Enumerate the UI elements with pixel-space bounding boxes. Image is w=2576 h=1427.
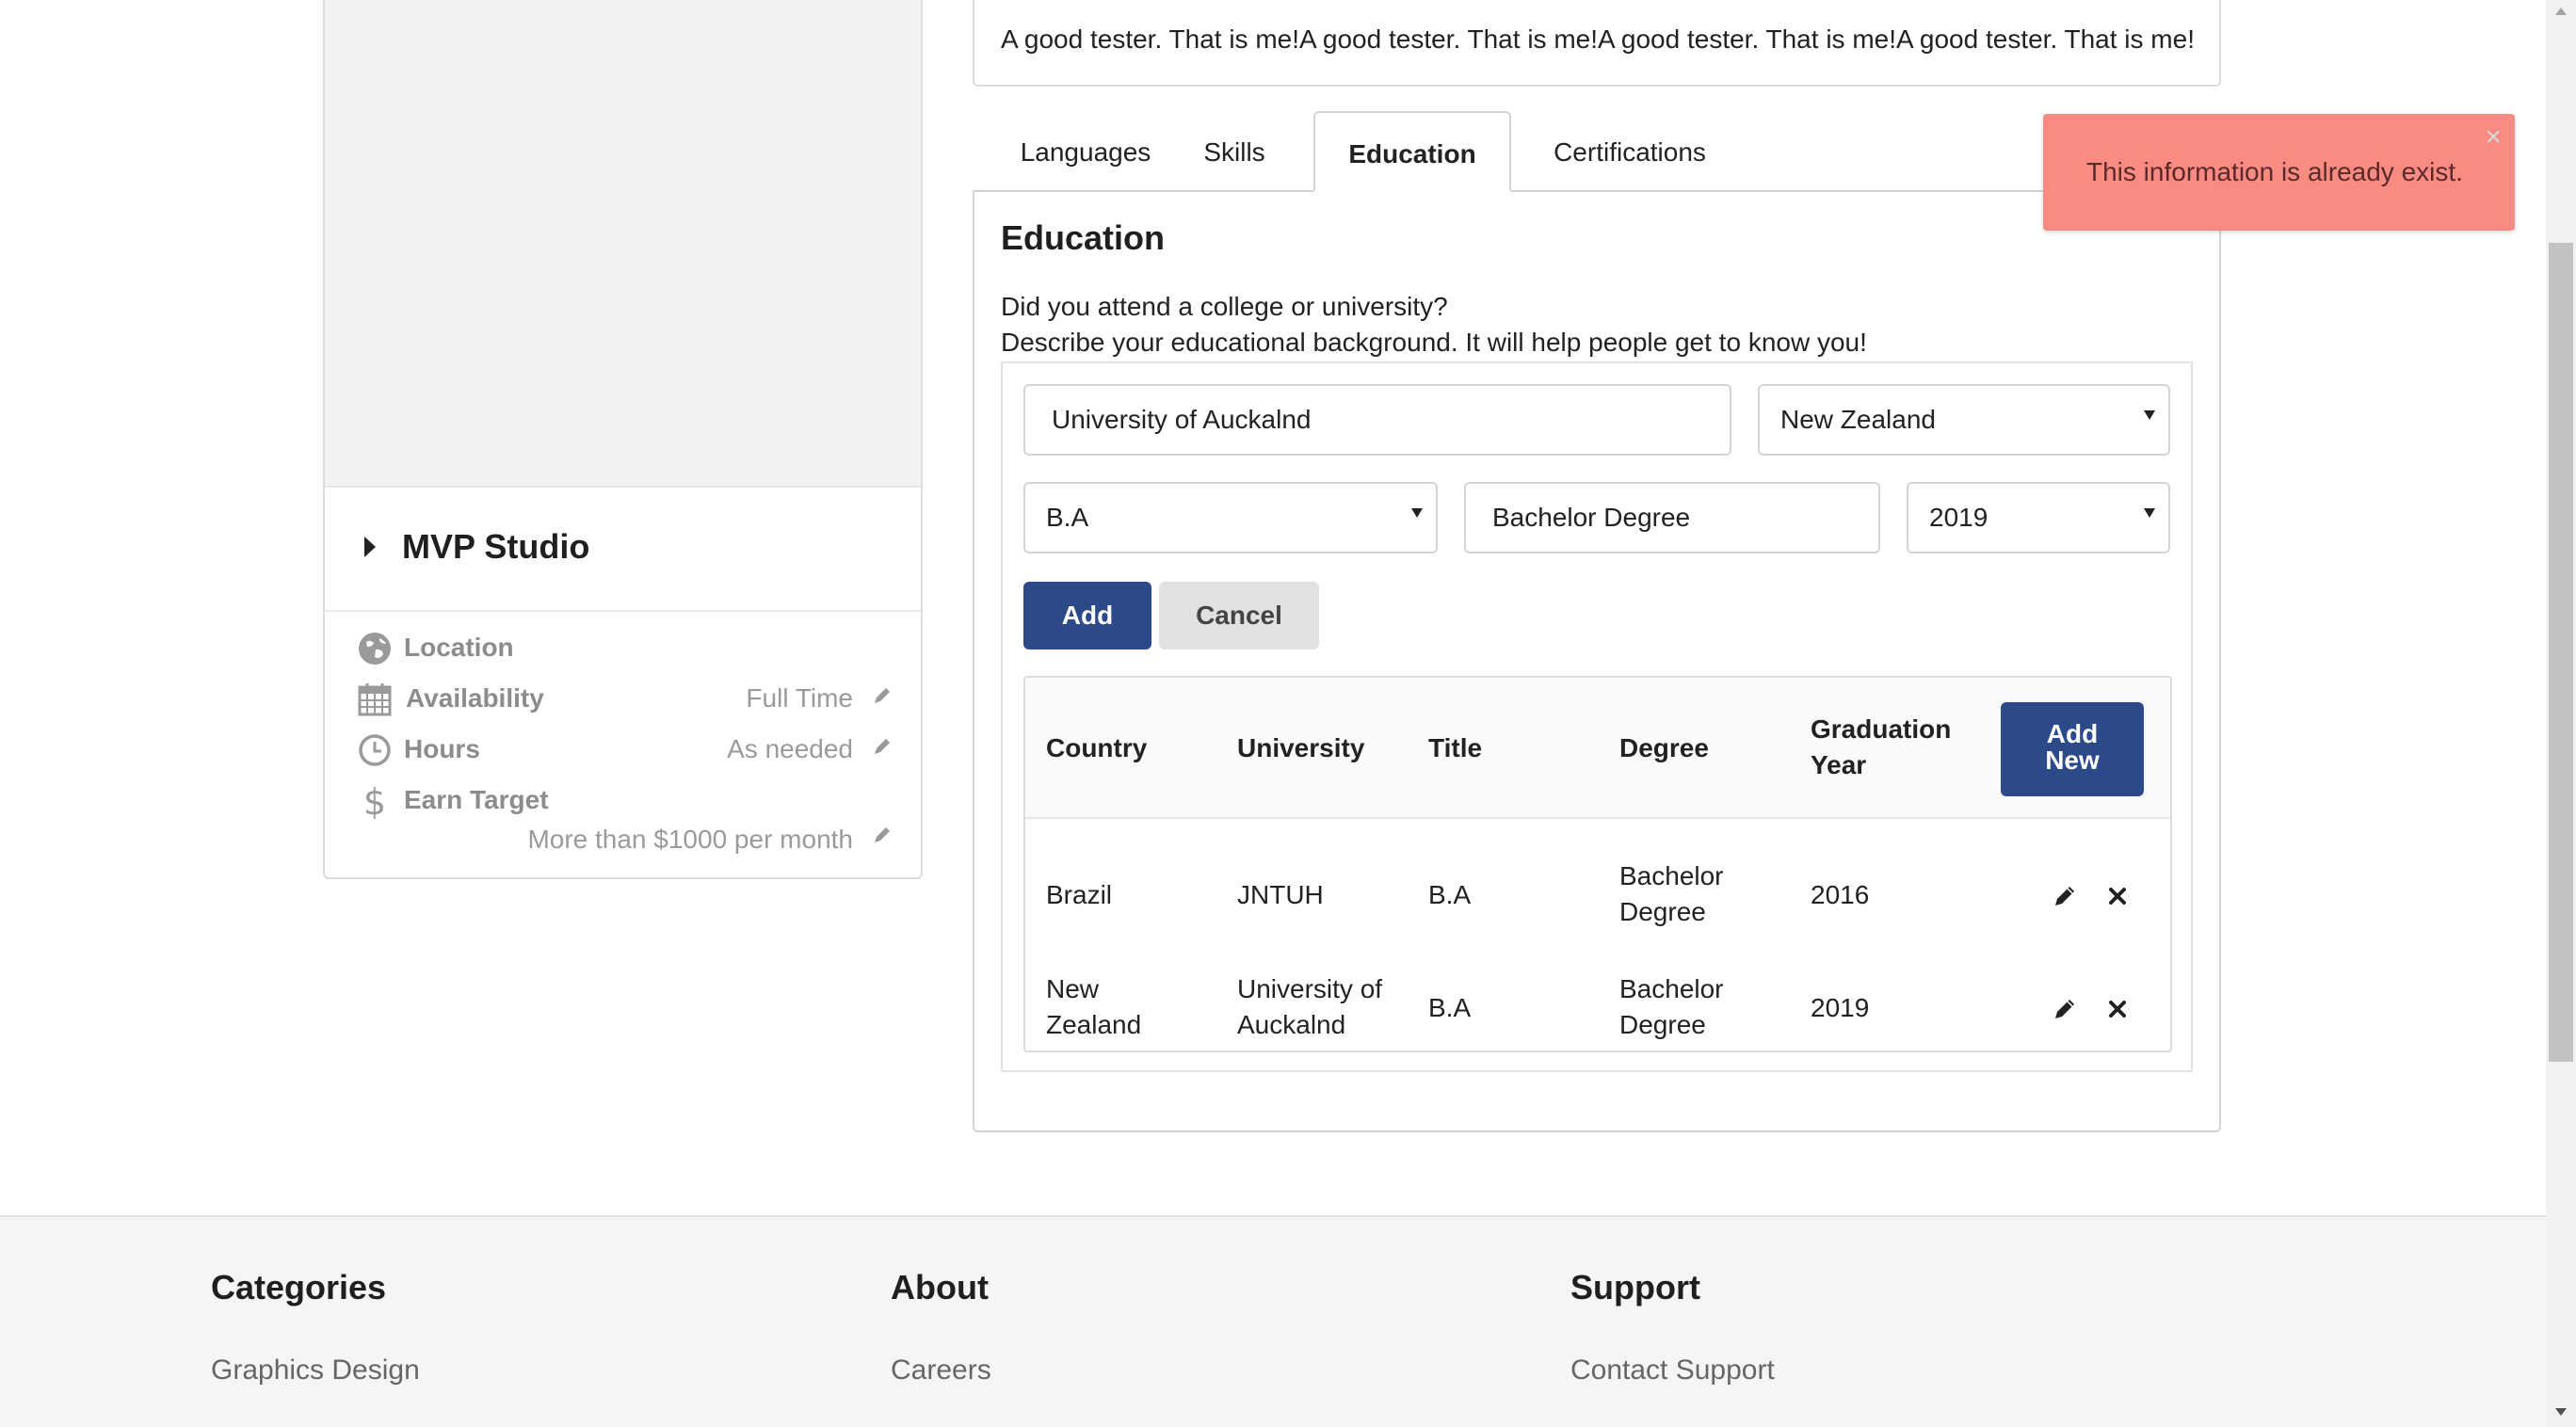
- row-degree: Bachelor Degree: [1619, 858, 1724, 930]
- hours-row: Hours As needed: [325, 729, 921, 776]
- chevron-down-icon: [1411, 508, 1423, 518]
- globe-icon: [359, 633, 391, 665]
- education-table-header: Country University Title Degree Graduati…: [1025, 678, 2170, 819]
- chevron-down-icon: [2144, 508, 2155, 518]
- education-question: Did you attend a college or university?: [1001, 292, 1448, 321]
- add-new-button[interactable]: Add New: [2001, 702, 2144, 796]
- toast-message: This information is already exist.: [2086, 157, 2463, 186]
- tab-certifications[interactable]: Certifications: [1534, 111, 1726, 192]
- education-form-container: University of Auckalnd New Zealand B.A B…: [1001, 361, 2193, 1072]
- availability-label: Availability: [406, 683, 544, 713]
- vertical-scrollbar[interactable]: [2546, 0, 2576, 1427]
- row-country: Brazil: [1046, 880, 1113, 909]
- chevron-down-icon: [2144, 410, 2155, 420]
- footer-support-title: Support: [1570, 1268, 1700, 1307]
- availability-row: Availability Full Time: [325, 678, 921, 725]
- close-icon[interactable]: [2104, 996, 2131, 1022]
- row-country-line1: New: [1046, 974, 1100, 1003]
- education-title: Education: [1001, 218, 1166, 257]
- footer-categories-title: Categories: [211, 1268, 387, 1307]
- footer-link-careers[interactable]: Careers: [891, 1355, 991, 1387]
- company-name: MVP Studio: [402, 527, 590, 566]
- row-year: 2016: [1811, 880, 1870, 909]
- tab-skills[interactable]: Skills: [1185, 111, 1283, 192]
- hours-value: As needed: [727, 734, 853, 763]
- footer-link-graphics-design[interactable]: Graphics Design: [211, 1355, 420, 1387]
- availability-value: Full Time: [746, 683, 853, 713]
- profile-description: A good tester. That is me!A good tester.…: [973, 0, 2221, 87]
- header-graduation-year-line1: Graduation: [1811, 714, 1952, 744]
- country-select-value: New Zealand: [1780, 405, 1936, 434]
- title-select-value: B.A: [1046, 503, 1089, 532]
- clock-icon: [359, 734, 391, 766]
- profile-photo-placeholder: [325, 0, 921, 488]
- row-degree: Bachelor Degree: [1619, 971, 1724, 1043]
- row-degree-line2: Degree: [1619, 1010, 1706, 1039]
- row-country: New Zealand: [1046, 971, 1141, 1043]
- education-table: Country University Title Degree Graduati…: [1023, 676, 2172, 1052]
- location-row: Location: [325, 627, 921, 674]
- graduation-year-select-value: 2019: [1929, 503, 1988, 532]
- header-graduation-year: Graduation Year: [1811, 712, 1951, 783]
- pencil-icon[interactable]: [2052, 996, 2078, 1022]
- earn-target-label: Earn Target: [404, 785, 549, 814]
- tab-education[interactable]: Education: [1313, 111, 1511, 192]
- calendar-icon: [358, 683, 392, 716]
- education-panel: Education Did you attend a college or un…: [973, 190, 2221, 1132]
- pencil-icon[interactable]: [872, 825, 893, 845]
- row-title: B.A: [1428, 993, 1472, 1022]
- row-degree-line2: Degree: [1619, 897, 1706, 926]
- education-subtext: Describe your educational background. It…: [1001, 328, 1867, 357]
- scroll-down-icon[interactable]: [2555, 1408, 2567, 1416]
- location-label: Location: [404, 633, 514, 662]
- header-title: Title: [1428, 733, 1483, 762]
- row-title: B.A: [1428, 880, 1472, 909]
- scrollbar-thumb[interactable]: [2549, 243, 2573, 1062]
- footer: Categories Graphics Design About Careers…: [0, 1215, 2546, 1427]
- header-degree: Degree: [1619, 733, 1709, 762]
- close-icon[interactable]: [2104, 883, 2131, 909]
- degree-input[interactable]: Bachelor Degree: [1464, 482, 1880, 553]
- country-select[interactable]: New Zealand: [1758, 384, 2170, 456]
- row-country-line2: Zealand: [1046, 1010, 1142, 1039]
- row-degree-line1: Bachelor: [1619, 974, 1724, 1003]
- header-graduation-year-line2: Year: [1811, 750, 1867, 779]
- row-year: 2019: [1811, 993, 1870, 1022]
- tab-languages[interactable]: Languages: [1008, 111, 1163, 192]
- row-degree-line1: Bachelor: [1619, 861, 1724, 890]
- close-icon[interactable]: ×: [2485, 123, 2502, 152]
- profile-sidebar-card: MVP Studio Location Availability Full Ti…: [323, 0, 923, 879]
- university-input[interactable]: University of Auckalnd: [1023, 384, 1731, 456]
- earn-target-row: $ Earn Target: [325, 779, 921, 826]
- earn-target-value: More than $1000 per month: [527, 825, 853, 854]
- dollar-icon: $: [363, 783, 386, 819]
- header-country: Country: [1046, 733, 1148, 762]
- row-university: JNTUH: [1237, 880, 1324, 909]
- error-toast: This information is already exist. ×: [2043, 114, 2515, 231]
- footer-about-title: About: [891, 1268, 989, 1307]
- graduation-year-select[interactable]: 2019: [1907, 482, 2170, 553]
- pencil-icon[interactable]: [872, 736, 893, 757]
- caret-right-icon[interactable]: [364, 537, 376, 557]
- header-university: University: [1237, 733, 1365, 762]
- row-university-line1: University of: [1237, 974, 1383, 1003]
- svg-text:$: $: [363, 783, 386, 819]
- pencil-icon[interactable]: [2052, 883, 2078, 909]
- add-new-line1: Add: [2046, 719, 2099, 748]
- add-button[interactable]: Add: [1023, 582, 1151, 649]
- row-university: University of Auckalnd: [1237, 971, 1382, 1043]
- pencil-icon[interactable]: [872, 685, 893, 706]
- cancel-button[interactable]: Cancel: [1159, 582, 1319, 649]
- add-new-line2: New: [2045, 746, 2100, 775]
- hours-label: Hours: [404, 734, 480, 763]
- scroll-up-icon[interactable]: [2555, 8, 2567, 15]
- row-university-line2: Auckalnd: [1237, 1010, 1346, 1039]
- company-section[interactable]: MVP Studio: [325, 489, 921, 612]
- footer-link-contact-support[interactable]: Contact Support: [1570, 1355, 1775, 1387]
- title-select[interactable]: B.A: [1023, 482, 1438, 553]
